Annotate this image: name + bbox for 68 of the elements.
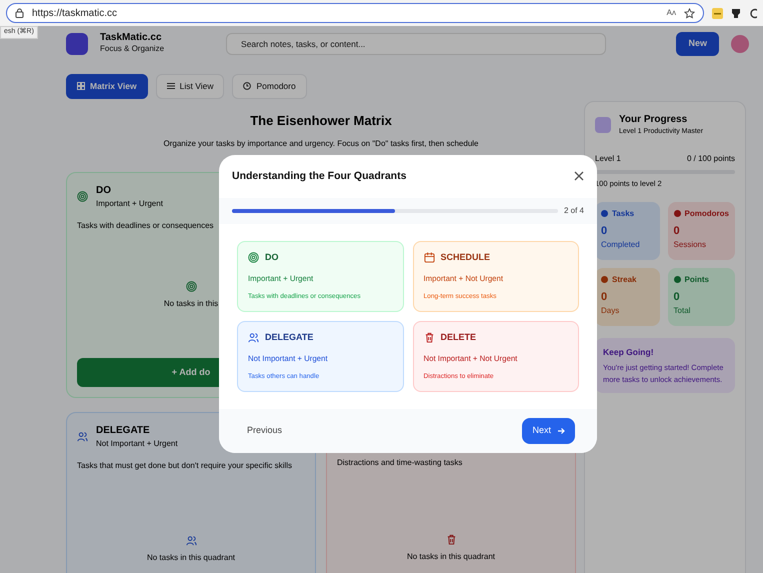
- brand-name: TaskMatic.cc: [100, 33, 163, 43]
- step-counter: 2 of 4: [564, 204, 584, 217]
- progress-title: Your Progress: [619, 112, 688, 127]
- arrow-right-icon: [557, 427, 565, 436]
- quadrant-title: DELEGATE: [96, 424, 151, 438]
- stat-caption: Total: [674, 305, 692, 317]
- stat-value: 0: [601, 290, 608, 304]
- trash-icon: [424, 332, 434, 344]
- encouragement-title: Keep Going!: [603, 346, 655, 358]
- view-tab[interactable]: List View: [156, 74, 224, 99]
- stat-value: 0: [674, 290, 681, 304]
- quadrant-title: DELEGATE: [265, 331, 314, 344]
- quadrant-description: Tasks with deadlines or consequences: [77, 220, 215, 232]
- users-icon: [248, 332, 259, 344]
- quadrant-title: SCHEDULE: [440, 251, 490, 264]
- page-subtitle: Organize your tasks by importance and urgency. Focus on "Do" tasks first, then schedule: [162, 138, 480, 150]
- lock-icon: [15, 8, 24, 18]
- modal-title: Understanding the Four Quadrants: [232, 168, 406, 184]
- address-bar[interactable]: https://taskmatic.cc Aʌ: [6, 3, 704, 23]
- users-icon: [77, 431, 88, 442]
- empty-state-text: No tasks in this quadrant: [406, 550, 496, 563]
- tagline: Focus & Organize: [100, 43, 164, 55]
- level-label: Level 1: [595, 153, 621, 166]
- stat-label: Pomodoros: [684, 208, 729, 220]
- users-icon: [186, 535, 196, 546]
- calendar-icon: [424, 252, 434, 264]
- stat-value: 0: [674, 224, 681, 238]
- stat-caption: Completed: [601, 239, 641, 251]
- points-text: 0 / 100 points: [686, 153, 735, 166]
- quadrant-description: Distractions and time-wasting tasks: [337, 457, 464, 470]
- page-title: The Eisenhower Matrix: [249, 112, 393, 130]
- url-text: https://taskmatic.cc: [32, 6, 118, 20]
- stat-icon: [601, 210, 608, 217]
- view-tab[interactable]: Pomodoro: [232, 74, 307, 99]
- quadrant-title: DELETE: [440, 331, 476, 344]
- quadrant-title: DO: [96, 184, 112, 198]
- read-aloud-button[interactable]: Aʌ: [666, 7, 676, 19]
- target-icon: [77, 191, 88, 202]
- target-icon: [248, 252, 259, 264]
- grid-icon: [77, 82, 85, 90]
- new-button[interactable]: New: [676, 32, 719, 56]
- quadrant-description: Tasks that must get done but don't require your specific skills: [77, 460, 293, 472]
- previous-button[interactable]: Previous: [241, 423, 288, 439]
- stat-label: Streak: [612, 274, 636, 286]
- close-icon[interactable]: [574, 171, 584, 182]
- stat-icon: [674, 276, 681, 283]
- target-icon: [186, 280, 196, 292]
- stat-value: 0: [601, 224, 608, 238]
- star-icon[interactable]: [684, 8, 695, 18]
- stat-icon: [601, 276, 608, 283]
- stat-label: Points: [684, 274, 709, 286]
- stat-caption: Days: [601, 305, 620, 317]
- stat-label: Tasks: [612, 208, 634, 220]
- clock-icon: [243, 82, 252, 90]
- search-field[interactable]: Search notes, tasks, or content...: [226, 33, 606, 55]
- list-icon: [166, 82, 175, 90]
- extension-icon[interactable]: [731, 8, 741, 18]
- quadrant-subtitle: Important + Urgent: [96, 198, 163, 210]
- quadrant-title: DO: [265, 251, 278, 264]
- empty-state-text: No tasks in this: [162, 298, 220, 310]
- empty-state-text: No tasks in this quadrant: [146, 552, 236, 564]
- logo-icon: [66, 33, 88, 55]
- view-tab[interactable]: Matrix View: [66, 74, 148, 99]
- trash-icon: [446, 534, 456, 545]
- quadrant-subtitle: Not Important + Urgent: [96, 438, 178, 450]
- next-button[interactable]: Next: [522, 418, 575, 444]
- stat-caption: Sessions: [674, 239, 708, 251]
- stat-icon: [674, 210, 681, 217]
